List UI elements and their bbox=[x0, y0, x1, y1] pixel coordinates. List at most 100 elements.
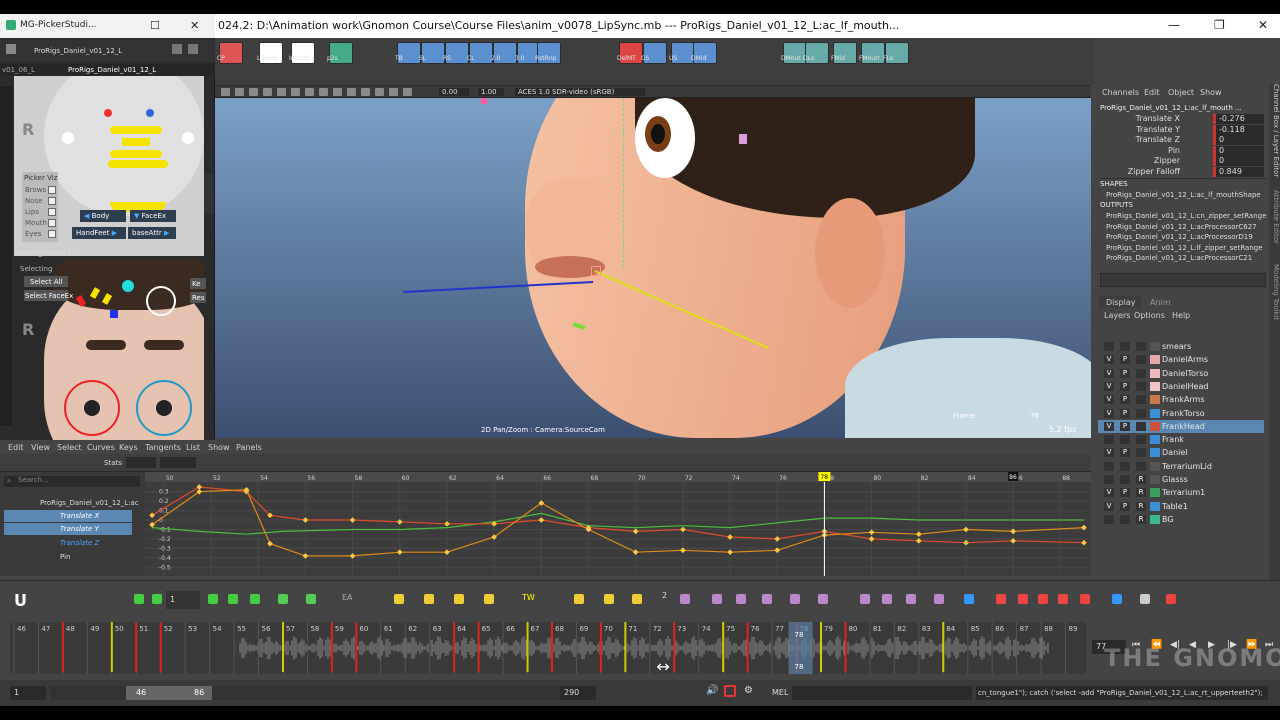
layer-color-swatch[interactable] bbox=[1150, 448, 1160, 458]
layer-color-swatch[interactable] bbox=[1150, 368, 1160, 378]
viewport-tool-icon[interactable] bbox=[263, 88, 272, 96]
start-frame-field[interactable]: 1 bbox=[10, 686, 46, 700]
viz-checkbox[interactable] bbox=[48, 219, 56, 227]
graph-menu-item[interactable]: Edit bbox=[8, 443, 24, 452]
layer-playback-toggle[interactable]: P bbox=[1120, 448, 1130, 458]
channel-attr-value[interactable]: -0.118 bbox=[1216, 124, 1264, 135]
layer-row[interactable]: TerrariumLid bbox=[1098, 460, 1264, 473]
channel-attr-name[interactable]: Zipper bbox=[1100, 156, 1180, 165]
layer-visibility-toggle[interactable] bbox=[1104, 461, 1114, 471]
manipulator-z-axis[interactable] bbox=[623, 98, 624, 268]
channels-edit-menu[interactable]: Edit bbox=[1144, 88, 1160, 97]
options-menu[interactable]: Options bbox=[1134, 311, 1165, 320]
output-node[interactable]: ProRigs_Daniel_v01_12_L:acProcessorC627 bbox=[1106, 223, 1257, 231]
side-tab-attribute-editor[interactable]: Attribute Editor bbox=[1270, 190, 1280, 260]
layer-playback-toggle[interactable]: P bbox=[1120, 421, 1130, 431]
layer-color-swatch[interactable] bbox=[1150, 488, 1160, 498]
output-node[interactable]: ProRigs_Daniel_v01_12_L:lf_zipper_setRan… bbox=[1106, 244, 1263, 252]
gamma-field[interactable]: 1.00 bbox=[478, 88, 504, 96]
manipulator-center[interactable] bbox=[591, 266, 601, 276]
stats-field-2[interactable] bbox=[160, 457, 196, 468]
head-ring-control[interactable] bbox=[146, 286, 176, 316]
nose-control-left[interactable] bbox=[104, 109, 112, 117]
layer-reference-toggle[interactable] bbox=[1136, 408, 1146, 418]
layer-playback-toggle[interactable]: P bbox=[1120, 488, 1130, 498]
more-icon[interactable] bbox=[1112, 594, 1122, 604]
rig-control-marker-2[interactable] bbox=[481, 98, 487, 104]
outliner-pin[interactable]: Pin bbox=[60, 553, 70, 561]
layer-color-swatch[interactable] bbox=[1150, 435, 1160, 445]
layer-playback-toggle[interactable]: P bbox=[1120, 501, 1130, 511]
channelbox-empty-field[interactable] bbox=[1100, 273, 1266, 287]
side-tab-modeling-toolkit[interactable]: Modeling Toolkit bbox=[1270, 264, 1280, 334]
viewport-tool-icon[interactable] bbox=[235, 88, 244, 96]
key-dot-icon[interactable] bbox=[818, 594, 828, 604]
layer-reference-toggle[interactable] bbox=[1136, 461, 1146, 471]
layer-reference-toggle[interactable] bbox=[1136, 342, 1146, 351]
channel-attr-name[interactable]: Translate X bbox=[1100, 114, 1180, 123]
lip-control-lower[interactable] bbox=[110, 150, 162, 158]
baseattr-button[interactable]: baseAttr ▶ bbox=[128, 227, 176, 239]
key-dot-icon[interactable] bbox=[454, 594, 464, 604]
layer-visibility-toggle[interactable] bbox=[1104, 435, 1114, 445]
heart-icon[interactable] bbox=[1166, 594, 1176, 604]
viewport-tool-icon[interactable] bbox=[389, 88, 398, 96]
bookmark-icon[interactable] bbox=[1080, 594, 1090, 604]
graph-menu-item[interactable]: Tangents bbox=[145, 443, 181, 452]
key-dot-icon[interactable] bbox=[934, 594, 944, 604]
key-dot-icon[interactable] bbox=[906, 594, 916, 604]
minimize-icon[interactable]: — bbox=[1168, 18, 1180, 32]
reset-button[interactable]: Res bbox=[190, 292, 206, 303]
layer-playback-toggle[interactable]: P bbox=[1120, 408, 1130, 418]
layer-row[interactable]: Frank bbox=[1098, 433, 1264, 446]
blob-icon[interactable] bbox=[712, 594, 722, 604]
select-faceex-button[interactable]: Select FaceEx bbox=[24, 290, 73, 301]
layer-playback-toggle[interactable] bbox=[1120, 435, 1130, 445]
blob-icon[interactable] bbox=[860, 594, 870, 604]
lip-control-upper[interactable] bbox=[110, 126, 162, 134]
viz-checkbox[interactable] bbox=[48, 197, 56, 205]
ea-button[interactable]: EA bbox=[342, 593, 353, 602]
picker-maximize-icon[interactable]: ☐ bbox=[150, 19, 160, 32]
close-icon[interactable]: ✕ bbox=[1258, 18, 1268, 32]
graph-menu-item[interactable]: Keys bbox=[119, 443, 138, 452]
layer-playback-toggle[interactable]: P bbox=[1120, 381, 1130, 391]
key-dot-icon[interactable] bbox=[278, 594, 288, 604]
layer-row[interactable]: V P Daniel bbox=[1098, 446, 1264, 459]
tab-anim[interactable]: Anim bbox=[1150, 298, 1171, 307]
viewport-tool-icon[interactable] bbox=[361, 88, 370, 96]
layer-visibility-toggle[interactable]: V bbox=[1104, 355, 1114, 365]
picker-tab-active[interactable]: ProRigs_Daniel_v01_12_L bbox=[68, 66, 156, 74]
layers-menu[interactable]: Layers bbox=[1104, 311, 1130, 320]
viewport-tool-icon[interactable] bbox=[305, 88, 314, 96]
key-dot-icon[interactable] bbox=[394, 594, 404, 604]
stats-field-1[interactable] bbox=[126, 457, 156, 468]
autokey-icon[interactable] bbox=[724, 685, 736, 697]
command-input[interactable] bbox=[792, 686, 972, 700]
channels-menu[interactable]: Channels bbox=[1102, 88, 1139, 97]
brow-dot-control[interactable] bbox=[122, 280, 134, 292]
viewport-tool-icon[interactable] bbox=[221, 88, 230, 96]
layer-color-swatch[interactable] bbox=[1150, 514, 1160, 524]
layer-color-swatch[interactable] bbox=[1150, 395, 1160, 405]
layer-reference-toggle[interactable]: R bbox=[1136, 501, 1146, 511]
layer-row[interactable]: smears bbox=[1098, 340, 1264, 353]
channel-attr-name[interactable]: Translate Z bbox=[1100, 135, 1180, 144]
layer-playback-toggle[interactable]: P bbox=[1120, 355, 1130, 365]
bookmark-icon[interactable] bbox=[1018, 594, 1028, 604]
layer-visibility-toggle[interactable]: V bbox=[1104, 501, 1114, 511]
exposure-field[interactable]: 0.00 bbox=[439, 88, 469, 96]
folder-icon[interactable] bbox=[736, 594, 746, 604]
layer-reference-toggle[interactable]: R bbox=[1136, 514, 1146, 524]
layer-row[interactable]: V P FrankHead bbox=[1098, 419, 1264, 433]
faceex-button[interactable]: ▼ FaceEx bbox=[130, 210, 176, 222]
channels-object-menu[interactable]: Object bbox=[1168, 88, 1194, 97]
layer-color-swatch[interactable] bbox=[1150, 408, 1160, 418]
layer-playback-toggle[interactable]: P bbox=[1120, 368, 1130, 378]
viewport-tool-icon[interactable] bbox=[347, 88, 356, 96]
viewport-tool-icon[interactable] bbox=[375, 88, 384, 96]
graph-menu-item[interactable]: Select bbox=[57, 443, 82, 452]
arrow-up-icon[interactable] bbox=[228, 594, 238, 604]
picker-tab-0[interactable]: v01_06_L bbox=[2, 66, 35, 74]
graph-menu-item[interactable]: Show bbox=[208, 443, 230, 452]
